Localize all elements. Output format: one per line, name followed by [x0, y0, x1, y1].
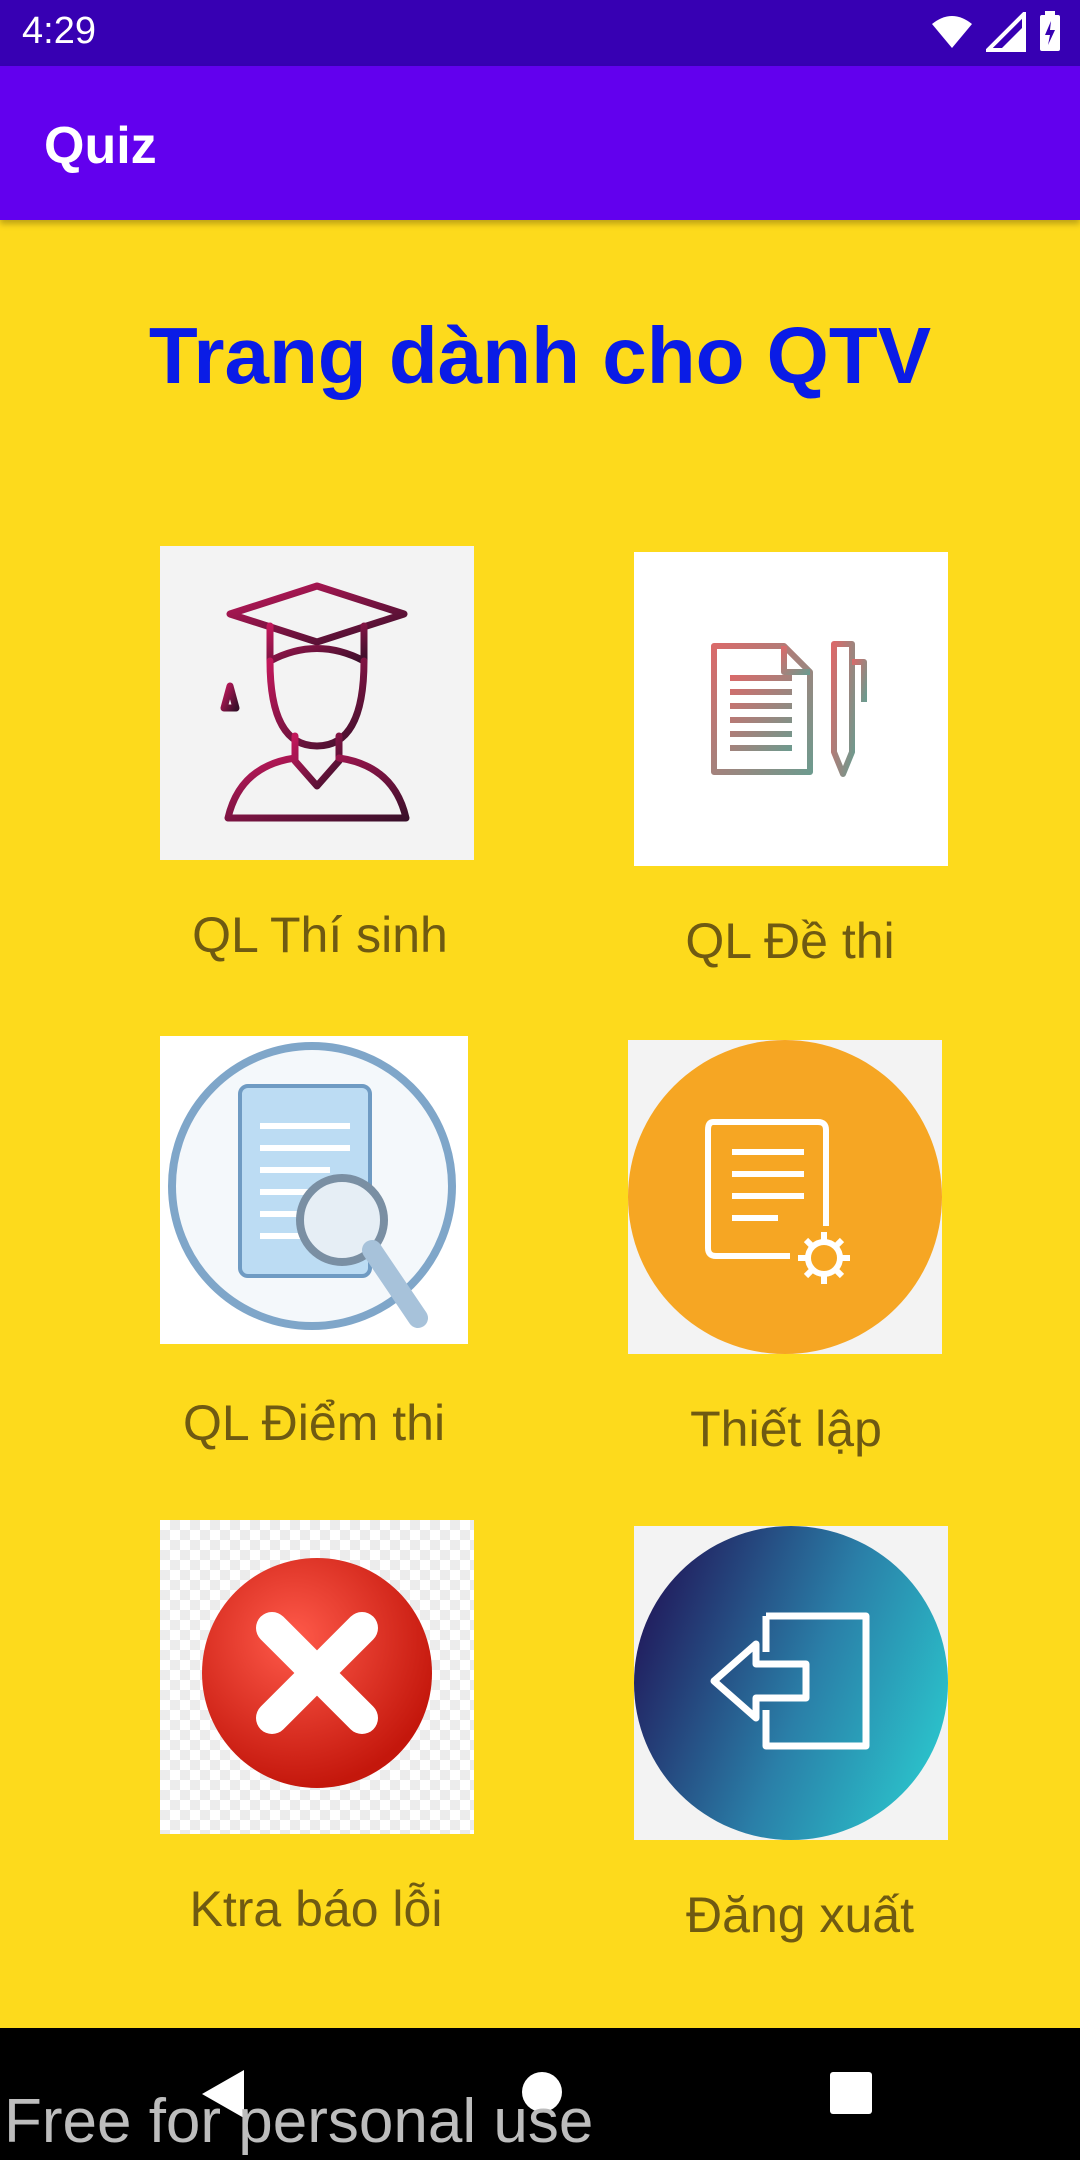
exam-management-label: QL Đề thi [685, 913, 895, 969]
score-management-label: QL Điểm thi [182, 1395, 446, 1451]
student-management-label: QL Thí sinh [192, 907, 448, 963]
error-x-icon [202, 1558, 432, 1788]
document-settings-icon [628, 1040, 942, 1354]
document-search-icon [168, 1042, 456, 1330]
battery-icon [1038, 10, 1062, 58]
app-title: Quiz [44, 117, 157, 175]
student-management-button[interactable] [160, 546, 474, 860]
wifi-icon [930, 14, 974, 55]
cellular-signal-icon [983, 8, 1026, 57]
error-report-label: Ktra báo lỗi [189, 1881, 443, 1937]
status-icons [930, 8, 1062, 58]
logout-label: Đăng xuất [686, 1887, 914, 1943]
logout-button[interactable] [634, 1526, 948, 1840]
score-management-button[interactable] [160, 1036, 468, 1344]
status-bar: 4:29 [0, 0, 1080, 66]
error-report-button[interactable] [160, 1520, 474, 1834]
page-heading: Trang dành cho QTV [148, 311, 932, 400]
student-graduate-icon [220, 582, 410, 822]
exam-management-button[interactable] [634, 552, 948, 866]
watermark-text: Free for personal use [4, 2087, 594, 2156]
document-pen-icon [711, 641, 867, 777]
settings-label: Thiết lập [690, 1401, 882, 1457]
app-bar: Quiz [0, 66, 1080, 220]
recents-icon[interactable] [830, 2072, 872, 2119]
status-time: 4:29 [22, 10, 96, 52]
logout-icon [634, 1526, 948, 1840]
settings-button[interactable] [628, 1040, 942, 1354]
